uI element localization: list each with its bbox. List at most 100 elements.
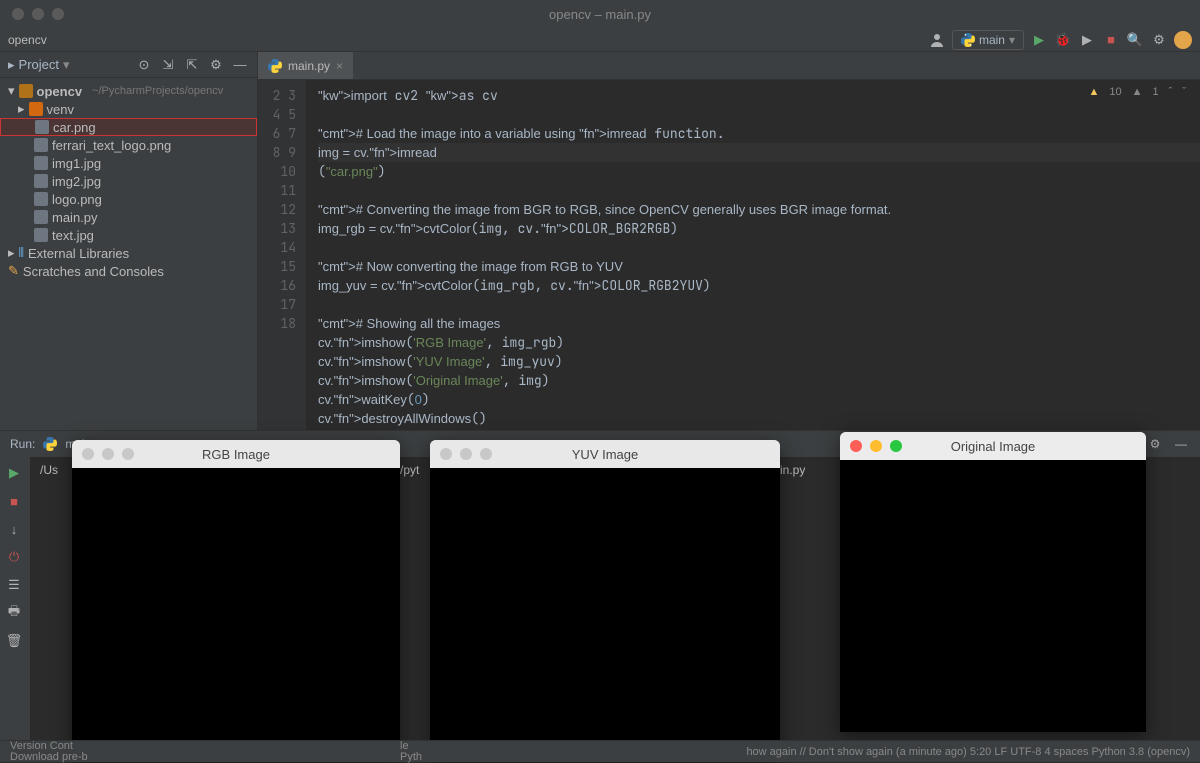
tree-item-logo[interactable]: logo.png	[0, 190, 257, 208]
search-icon[interactable]: 🔍	[1126, 31, 1144, 49]
run-config-label: main	[979, 33, 1005, 47]
debug-icon[interactable]: 🐞	[1054, 31, 1072, 49]
minimize-dot[interactable]	[102, 448, 114, 460]
hide-icon[interactable]: —	[231, 56, 249, 74]
output-text: in.py	[780, 463, 805, 477]
zoom-dot[interactable]	[122, 448, 134, 460]
collapse-all-icon[interactable]: ⇱	[183, 56, 201, 74]
expand-all-icon[interactable]: ⇲	[159, 56, 177, 74]
window-bar[interactable]: YUV Image	[430, 440, 780, 468]
tree-item-main[interactable]: main.py	[0, 208, 257, 226]
hide-icon[interactable]: —	[1172, 435, 1190, 453]
python-icon	[268, 59, 282, 73]
editor-tab-main[interactable]: main.py ×	[258, 52, 353, 79]
tree-label: External Libraries	[28, 246, 129, 261]
close-dot[interactable]	[12, 8, 24, 20]
file-icon	[34, 192, 48, 206]
scratches-consoles[interactable]: ✎ Scratches and Consoles	[0, 262, 257, 280]
file-icon	[34, 138, 48, 152]
file-icon	[34, 210, 48, 224]
window-bar[interactable]: Original Image	[840, 432, 1146, 460]
zoom-dot[interactable]	[890, 440, 902, 452]
close-dot[interactable]	[82, 448, 94, 460]
output-text: /pyt	[400, 463, 419, 477]
tree-item-text[interactable]: text.jpg	[0, 226, 257, 244]
stop-icon[interactable]: ■	[1102, 31, 1120, 49]
image-content	[840, 460, 1146, 732]
zoom-dot[interactable]	[52, 8, 64, 20]
coverage-icon[interactable]: ▶	[1078, 31, 1096, 49]
tab-label: main.py	[288, 59, 330, 73]
minimize-dot[interactable]	[870, 440, 882, 452]
minimize-dot[interactable]	[460, 448, 472, 460]
gear-icon[interactable]: ⚙	[1146, 435, 1164, 453]
inspection-widget[interactable]: ▲10 ▲1 ˆˇ	[1089, 86, 1187, 98]
tree-item-venv[interactable]: ▸ venv	[0, 100, 257, 118]
stop-icon[interactable]: ■	[4, 491, 24, 511]
gear-icon[interactable]: ⚙	[207, 56, 225, 74]
status-right[interactable]: how again // Don't show again (a minute …	[746, 746, 1190, 758]
zoom-dot[interactable]	[480, 448, 492, 460]
tree-label: logo.png	[52, 192, 102, 207]
window-controls[interactable]	[0, 8, 64, 20]
weak-warning-icon: ▲	[1132, 86, 1143, 98]
vcs-widget[interactable]: Version Cont	[10, 741, 88, 752]
python-icon	[43, 437, 57, 451]
external-libraries[interactable]: ▸⫴ External Libraries	[0, 244, 257, 262]
chevron-down-icon[interactable]: ▾	[63, 57, 70, 73]
chevron-right-icon: ▸	[8, 245, 15, 261]
image-window-original[interactable]: Original Image	[840, 432, 1146, 732]
exit-icon[interactable]: ⏻	[4, 547, 24, 567]
close-dot[interactable]	[440, 448, 452, 460]
rerun-icon[interactable]: ▶	[4, 463, 24, 483]
chevron-down-icon[interactable]: ˇ	[1182, 86, 1186, 98]
folder-icon	[29, 102, 43, 116]
download-widget[interactable]: Download pre-b	[10, 752, 88, 763]
image-window-rgb[interactable]: RGB Image	[72, 440, 400, 760]
status-text: Pyth	[400, 752, 422, 763]
image-content	[72, 468, 400, 760]
status-bar: Version Cont Download pre-b le Pyth how …	[0, 740, 1200, 762]
window-title: RGB Image	[202, 447, 270, 462]
settings-icon[interactable]: ⚙	[1150, 31, 1168, 49]
tree-item-ferrari[interactable]: ferrari_text_logo.png	[0, 136, 257, 154]
image-window-yuv[interactable]: YUV Image	[430, 440, 780, 760]
warning-count: 10	[1109, 86, 1121, 98]
trash-icon[interactable]: 🗑	[4, 631, 24, 651]
tree-item-car[interactable]: car.png	[0, 118, 257, 136]
window-title: YUV Image	[572, 447, 638, 462]
run-icon[interactable]: ▶	[1030, 31, 1048, 49]
tree-label: img2.jpg	[52, 174, 101, 189]
folder-icon	[19, 84, 33, 98]
run-label: Run:	[10, 437, 35, 451]
tree-label: img1.jpg	[52, 156, 101, 171]
window-title: Original Image	[951, 439, 1036, 454]
project-header-arrow-icon[interactable]: ▸	[8, 57, 15, 73]
close-dot[interactable]	[850, 440, 862, 452]
print-icon[interactable]: 🖶	[4, 603, 24, 623]
run-config-selector[interactable]: main ▾	[952, 30, 1024, 50]
breadcrumb[interactable]: opencv	[8, 33, 47, 47]
file-icon	[35, 120, 49, 134]
down-icon[interactable]: ↓	[4, 519, 24, 539]
tree-label: text.jpg	[52, 228, 94, 243]
project-root[interactable]: ▾ opencv ~/PycharmProjects/opencv	[0, 82, 257, 100]
chevron-up-icon[interactable]: ˆ	[1169, 86, 1173, 98]
chevron-down-icon: ▾	[8, 83, 15, 99]
root-path: ~/PycharmProjects/opencv	[92, 85, 223, 97]
project-header-title[interactable]: Project	[19, 57, 59, 72]
tree-label: Scratches and Consoles	[23, 264, 164, 279]
tree-label: main.py	[52, 210, 98, 225]
tree-item-img1[interactable]: img1.jpg	[0, 154, 257, 172]
project-tree[interactable]: ▾ opencv ~/PycharmProjects/opencv ▸ venv…	[0, 78, 257, 284]
avatar-icon[interactable]	[1174, 31, 1192, 49]
user-menu-icon[interactable]	[928, 31, 946, 49]
select-open-file-icon[interactable]: ⊙	[135, 56, 153, 74]
window-titlebar: opencv – main.py	[0, 0, 1200, 28]
layout-icon[interactable]: ☰	[4, 575, 24, 595]
close-icon[interactable]: ×	[336, 59, 343, 73]
tree-item-img2[interactable]: img2.jpg	[0, 172, 257, 190]
minimize-dot[interactable]	[32, 8, 44, 20]
nav-bar: opencv main ▾ ▶ 🐞 ▶ ■ 🔍 ⚙	[0, 28, 1200, 52]
window-bar[interactable]: RGB Image	[72, 440, 400, 468]
